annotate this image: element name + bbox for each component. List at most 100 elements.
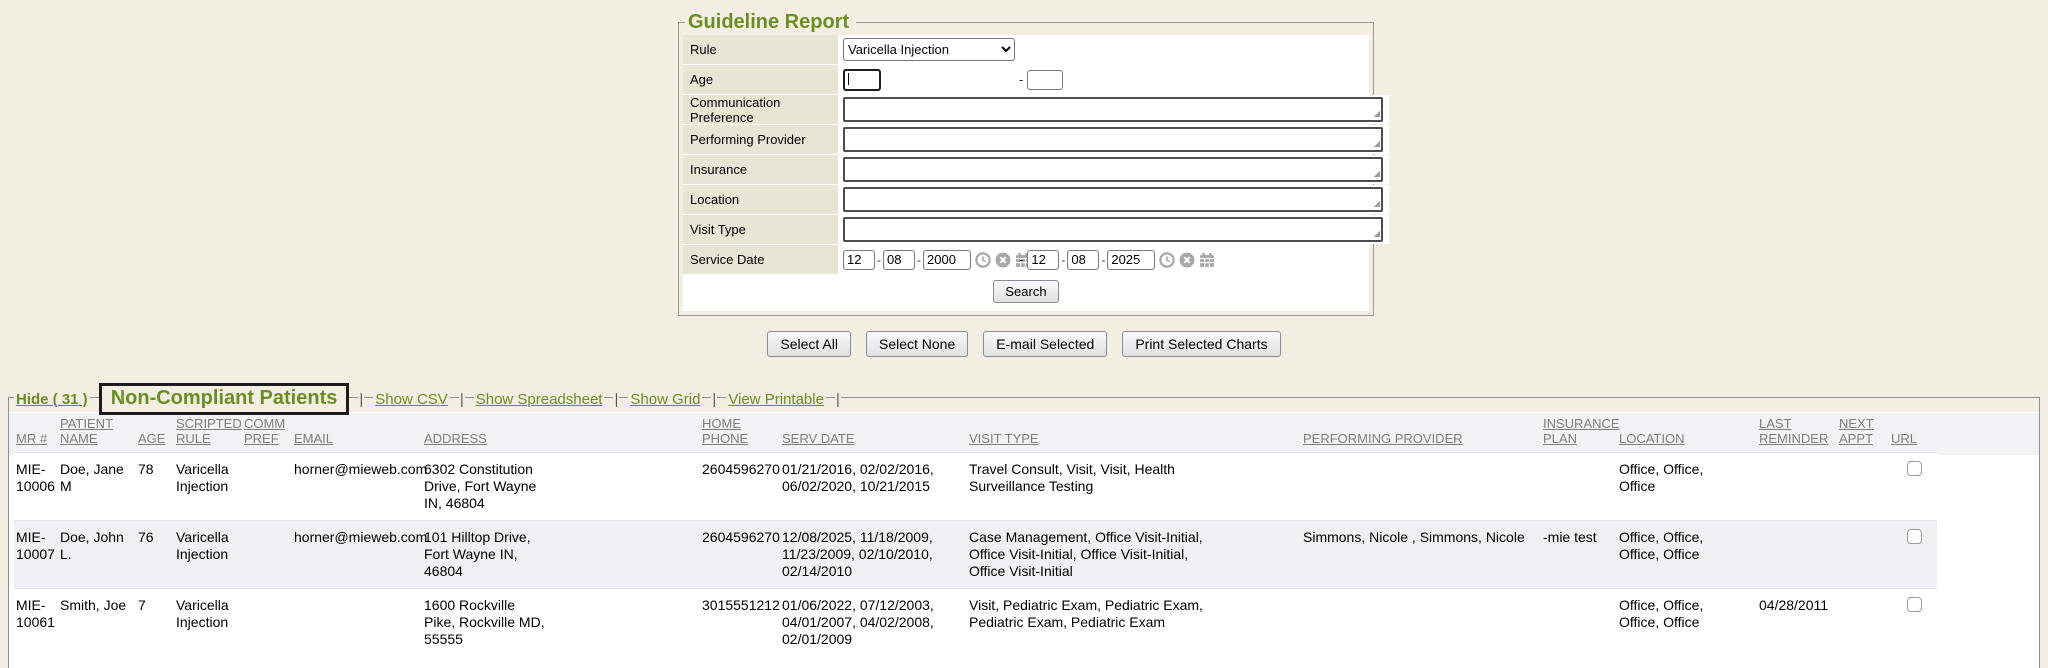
column-header-email[interactable]: EMAIL bbox=[294, 413, 424, 453]
cell-value-location: Office, Office, Office bbox=[1619, 461, 1725, 495]
non-compliant-patients-table: MR #PATIENTNAMEAGESCRIPTEDRULECOMMPREFEM… bbox=[14, 413, 1937, 656]
cell-value-rule: Varicella Injection bbox=[176, 597, 236, 631]
age-to-input[interactable] bbox=[1027, 70, 1063, 90]
select-none-button[interactable]: Select None bbox=[866, 331, 968, 357]
insurance-label: Insurance bbox=[683, 155, 838, 184]
cell-value-serv_date: 01/21/2016, 02/02/2016, 06/02/2020, 10/2… bbox=[782, 461, 961, 495]
service-date-row: Service Date - - - - - bbox=[683, 245, 1369, 274]
cell-url bbox=[1891, 453, 1937, 521]
cell-value-insurance: -mie test bbox=[1543, 529, 1611, 546]
cell-name: Doe, John L. bbox=[60, 521, 138, 589]
service-date-to-month-input[interactable] bbox=[1027, 250, 1059, 270]
date-separator: - bbox=[1061, 253, 1065, 267]
column-header-address[interactable]: ADDRESS bbox=[424, 413, 702, 453]
show-csv-link[interactable]: Show CSV bbox=[373, 391, 450, 408]
communication-preference-input[interactable] bbox=[843, 97, 1383, 122]
insurance-input[interactable] bbox=[843, 157, 1383, 182]
cell-value-mr: MIE-10006 bbox=[16, 461, 52, 495]
column-header-next_appt[interactable]: NEXTAPPT bbox=[1839, 413, 1891, 453]
cell-email bbox=[294, 589, 424, 657]
clock-icon[interactable] bbox=[975, 252, 991, 268]
column-header-phone[interactable]: HOMEPHONE bbox=[702, 413, 782, 453]
link-separator: | bbox=[835, 391, 841, 408]
column-header-url[interactable]: URL bbox=[1891, 413, 1937, 453]
cell-value-age: 7 bbox=[138, 597, 168, 614]
link-separator: | bbox=[613, 391, 619, 408]
select-all-button[interactable]: Select All bbox=[767, 331, 851, 357]
cell-provider bbox=[1303, 589, 1543, 657]
service-date-from-day-input[interactable] bbox=[883, 250, 915, 270]
clock-icon[interactable] bbox=[1159, 252, 1175, 268]
rule-select[interactable]: Varicella Injection bbox=[843, 38, 1015, 61]
column-header-name[interactable]: PATIENTNAME bbox=[60, 413, 138, 453]
location-row: Location bbox=[683, 185, 1369, 214]
row-select-checkbox[interactable] bbox=[1907, 461, 1922, 476]
cell-next_appt bbox=[1839, 521, 1891, 589]
hide-toggle-link[interactable]: Hide ( 31 ) bbox=[14, 391, 90, 408]
view-printable-link[interactable]: View Printable bbox=[726, 391, 826, 408]
cell-value-phone: 2604596270 bbox=[702, 461, 774, 478]
cell-comm_pref bbox=[244, 589, 294, 657]
insurance-row: Insurance bbox=[683, 155, 1369, 184]
show-spreadsheet-link[interactable]: Show Spreadsheet bbox=[474, 391, 605, 408]
print-selected-charts-button[interactable]: Print Selected Charts bbox=[1122, 331, 1280, 357]
cell-value-address: 6302 Constitution Drive, Fort Wayne IN, … bbox=[424, 461, 548, 512]
service-date-from-year-input[interactable] bbox=[923, 250, 971, 270]
cell-value-last_reminder: 04/28/2011 bbox=[1759, 597, 1831, 614]
row-select-checkbox[interactable] bbox=[1907, 597, 1922, 612]
date-separator: - bbox=[917, 253, 921, 267]
visit-type-input[interactable] bbox=[843, 217, 1383, 242]
column-header-age[interactable]: AGE bbox=[138, 413, 176, 453]
location-input[interactable] bbox=[843, 187, 1383, 212]
column-header-location[interactable]: LOCATION bbox=[1619, 413, 1759, 453]
cell-age: 7 bbox=[138, 589, 176, 657]
communication-preference-row: Communication Preference bbox=[683, 95, 1369, 124]
cell-value-mr: MIE-10061 bbox=[16, 597, 52, 631]
clear-date-icon[interactable] bbox=[1179, 252, 1195, 268]
cell-location: Office, Office, Office bbox=[1619, 453, 1759, 521]
cell-value-email: horner@mieweb.com bbox=[294, 529, 416, 546]
search-button[interactable]: Search bbox=[993, 280, 1058, 303]
cell-value-name: Doe, John L. bbox=[60, 529, 130, 563]
column-header-visit_type[interactable]: VISIT TYPE bbox=[969, 413, 1303, 453]
cell-address: 6302 Constitution Drive, Fort Wayne IN, … bbox=[424, 453, 702, 521]
cell-insurance: -mie test bbox=[1543, 521, 1619, 589]
service-date-from-month-input[interactable] bbox=[843, 250, 875, 270]
calendar-icon[interactable] bbox=[1199, 252, 1215, 268]
cell-last_reminder: 04/28/2011 bbox=[1759, 589, 1839, 657]
patients-panel-header: Hide ( 31 ) Non-Compliant Patients | Sho… bbox=[14, 383, 841, 415]
column-header-last_reminder[interactable]: LASTREMINDER bbox=[1759, 413, 1839, 453]
performing-provider-input[interactable] bbox=[843, 127, 1383, 152]
link-separator: | bbox=[459, 391, 465, 408]
cell-rule: Varicella Injection bbox=[176, 589, 244, 657]
service-date-to-day-input[interactable] bbox=[1067, 250, 1099, 270]
cell-value-location: Office, Office, Office, Office bbox=[1619, 597, 1725, 631]
clear-date-icon[interactable] bbox=[995, 252, 1011, 268]
email-selected-button[interactable]: E-mail Selected bbox=[983, 331, 1107, 357]
service-date-to-year-input[interactable] bbox=[1107, 250, 1155, 270]
cell-value-visit_type: Visit, Pediatric Exam, Pediatric Exam, P… bbox=[969, 597, 1227, 631]
cell-value-visit_type: Travel Consult, Visit, Visit, Health Sur… bbox=[969, 461, 1227, 495]
cell-email: horner@mieweb.com bbox=[294, 453, 424, 521]
cell-value-address: 1600 Rockville Pike, Rockville MD, 55555 bbox=[424, 597, 548, 648]
cell-provider bbox=[1303, 453, 1543, 521]
age-from-input[interactable] bbox=[843, 69, 881, 91]
cell-value-rule: Varicella Injection bbox=[176, 461, 236, 495]
selection-actions: Select All Select None E-mail Selected P… bbox=[0, 331, 2048, 357]
cell-value-visit_type: Case Management, Office Visit-Initial, O… bbox=[969, 529, 1227, 580]
cell-address: 1600 Rockville Pike, Rockville MD, 55555 bbox=[424, 589, 702, 657]
row-select-checkbox[interactable] bbox=[1907, 529, 1922, 544]
column-header-provider[interactable]: PERFORMING PROVIDER bbox=[1303, 413, 1543, 453]
column-header-rule[interactable]: SCRIPTEDRULE bbox=[176, 413, 244, 453]
service-date-to-group: - - bbox=[1027, 250, 1215, 270]
performing-provider-label: Performing Provider bbox=[683, 125, 838, 154]
show-grid-link[interactable]: Show Grid bbox=[628, 391, 702, 408]
column-header-insurance[interactable]: INSURANCEPLAN bbox=[1543, 413, 1619, 453]
panel-title: Non-Compliant Patients bbox=[99, 383, 350, 415]
cell-email: horner@mieweb.com bbox=[294, 521, 424, 589]
cell-rule: Varicella Injection bbox=[176, 521, 244, 589]
column-header-mr[interactable]: MR # bbox=[14, 413, 60, 453]
column-header-serv_date[interactable]: SERV DATE bbox=[782, 413, 969, 453]
cell-name: Doe, Jane M bbox=[60, 453, 138, 521]
column-header-comm_pref[interactable]: COMMPREF bbox=[244, 413, 294, 453]
